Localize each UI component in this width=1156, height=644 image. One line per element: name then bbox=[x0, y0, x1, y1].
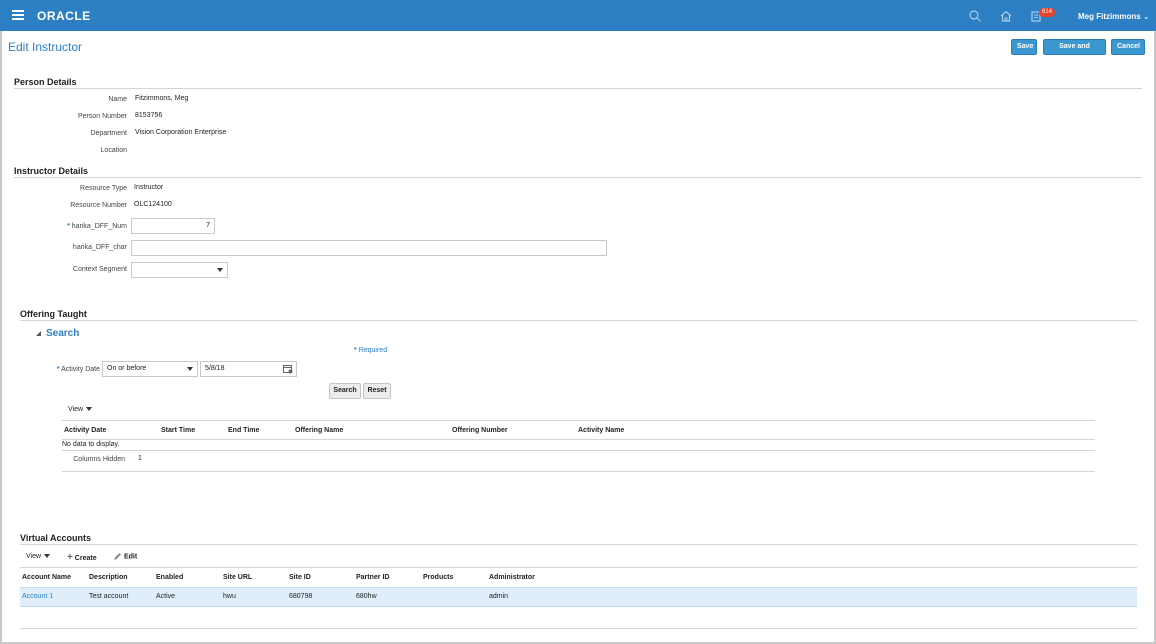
column-header[interactable]: Start Time bbox=[161, 427, 195, 434]
columns-hidden-count: 1 bbox=[138, 455, 142, 462]
context-segment-label: Context Segment bbox=[72, 266, 127, 273]
name-label: Name bbox=[108, 96, 127, 103]
column-header[interactable]: Account Name bbox=[22, 574, 71, 581]
dff-num-label: * harika_DFF_Num bbox=[67, 223, 127, 230]
column-header[interactable]: Enabled bbox=[156, 574, 183, 581]
empty-table-message: No data to display. bbox=[62, 441, 120, 448]
person-number-value: 8153756 bbox=[135, 112, 163, 119]
table-cell: Test account bbox=[89, 593, 129, 600]
resource-number-value: OLC124100 bbox=[134, 201, 172, 208]
person-number-label: Person Number bbox=[77, 113, 127, 120]
search-icon[interactable] bbox=[968, 9, 982, 23]
user-name: Meg Fitzimmons bbox=[1078, 12, 1141, 21]
calendar-icon[interactable] bbox=[283, 364, 293, 374]
required-note: * Required bbox=[354, 347, 388, 354]
table-cell: 680798 bbox=[289, 593, 313, 600]
divider bbox=[20, 320, 1137, 321]
divider bbox=[62, 420, 1095, 421]
activity-date-label: * Activity Date bbox=[56, 366, 100, 373]
resource-type-value: Instructor bbox=[134, 184, 164, 191]
chevron-down-icon bbox=[86, 407, 93, 412]
save-button[interactable]: Save bbox=[1011, 39, 1037, 55]
column-header[interactable]: Administrator bbox=[489, 574, 535, 581]
page-title: Edit Instructor bbox=[8, 40, 83, 54]
reset-button[interactable]: Reset bbox=[363, 383, 391, 399]
column-header[interactable]: Offering Name bbox=[295, 427, 343, 434]
offering-taught-title: Offering Taught bbox=[20, 309, 87, 319]
edit-button[interactable]: Edit bbox=[113, 552, 137, 561]
columns-hidden-label: Columns Hidden bbox=[73, 456, 125, 463]
oracle-logo: ORACLE bbox=[37, 9, 91, 23]
dff-char-input[interactable] bbox=[131, 240, 607, 256]
column-header[interactable]: Partner ID bbox=[356, 574, 389, 581]
name-value: Fitzimmons, Meg bbox=[135, 95, 189, 102]
required-icon: * bbox=[56, 366, 60, 373]
column-header[interactable]: Site ID bbox=[289, 574, 311, 581]
resource-type-label: Resource Type bbox=[80, 185, 127, 192]
menu-icon[interactable] bbox=[12, 10, 24, 20]
required-icon: * bbox=[67, 223, 70, 230]
divider bbox=[20, 628, 1137, 629]
dff-num-input[interactable]: 7 bbox=[131, 218, 215, 234]
view-menu[interactable]: View bbox=[68, 406, 93, 413]
department-label: Department bbox=[90, 130, 127, 137]
chevron-down-icon bbox=[44, 554, 51, 559]
column-header[interactable]: Description bbox=[89, 574, 128, 581]
divider bbox=[20, 567, 1137, 568]
cancel-button[interactable]: Cancel bbox=[1111, 39, 1145, 55]
create-button[interactable]: + Create bbox=[67, 552, 97, 563]
dff-char-label: harika_DFF_char bbox=[72, 244, 127, 251]
required-icon: * bbox=[354, 347, 357, 354]
divider bbox=[62, 439, 1095, 440]
search-button[interactable]: Search bbox=[329, 383, 361, 399]
context-segment-select[interactable] bbox=[131, 262, 228, 278]
pencil-icon bbox=[114, 553, 121, 560]
table-cell: admin bbox=[489, 593, 509, 600]
divider bbox=[62, 471, 1095, 472]
table-row[interactable] bbox=[20, 587, 1137, 607]
chevron-down-icon: ⌄ bbox=[1142, 12, 1150, 21]
table-cell: Active bbox=[156, 593, 176, 600]
resource-number-label: Resource Number bbox=[70, 202, 127, 209]
global-header: ORACLE 614 Meg Fitzimmons ⌄ bbox=[0, 0, 1156, 31]
collapse-triangle-icon bbox=[36, 331, 41, 336]
virtual-accounts-title: Virtual Accounts bbox=[20, 533, 92, 543]
department-value: Vision Corporation Enterprise bbox=[135, 129, 227, 136]
table-cell: hwu bbox=[223, 593, 236, 600]
activity-date-input[interactable]: 5/8/18 bbox=[200, 361, 297, 377]
search-section-title: Search bbox=[46, 328, 80, 339]
column-header[interactable]: End Time bbox=[228, 427, 259, 434]
instructor-details-title: Instructor Details bbox=[14, 166, 89, 176]
table-cell: 680hw bbox=[356, 593, 377, 600]
column-header[interactable]: Activity Date bbox=[64, 427, 106, 434]
account-name-link[interactable]: Account 1 bbox=[22, 593, 53, 600]
chevron-down-icon bbox=[217, 268, 223, 272]
plus-icon: + bbox=[67, 552, 73, 563]
notification-badge: 614 bbox=[1039, 8, 1056, 17]
divider bbox=[62, 450, 1095, 451]
column-header[interactable]: Offering Number bbox=[452, 427, 508, 434]
column-header[interactable]: Site URL bbox=[223, 574, 252, 581]
chevron-down-icon bbox=[187, 367, 193, 371]
person-details-title: Person Details bbox=[14, 77, 77, 87]
divider bbox=[14, 177, 1142, 178]
user-menu[interactable]: Meg Fitzimmons ⌄ bbox=[1078, 12, 1150, 21]
save-and-close-button[interactable]: Save and Close bbox=[1043, 39, 1106, 64]
view-menu[interactable]: View bbox=[26, 553, 51, 560]
column-header[interactable]: Activity Name bbox=[578, 427, 624, 434]
home-icon[interactable] bbox=[999, 9, 1013, 23]
activity-date-operator-select[interactable]: On or before bbox=[102, 361, 198, 377]
location-label: Location bbox=[100, 147, 127, 154]
divider bbox=[20, 544, 1137, 545]
divider bbox=[14, 88, 1142, 89]
column-header[interactable]: Products bbox=[423, 574, 453, 581]
